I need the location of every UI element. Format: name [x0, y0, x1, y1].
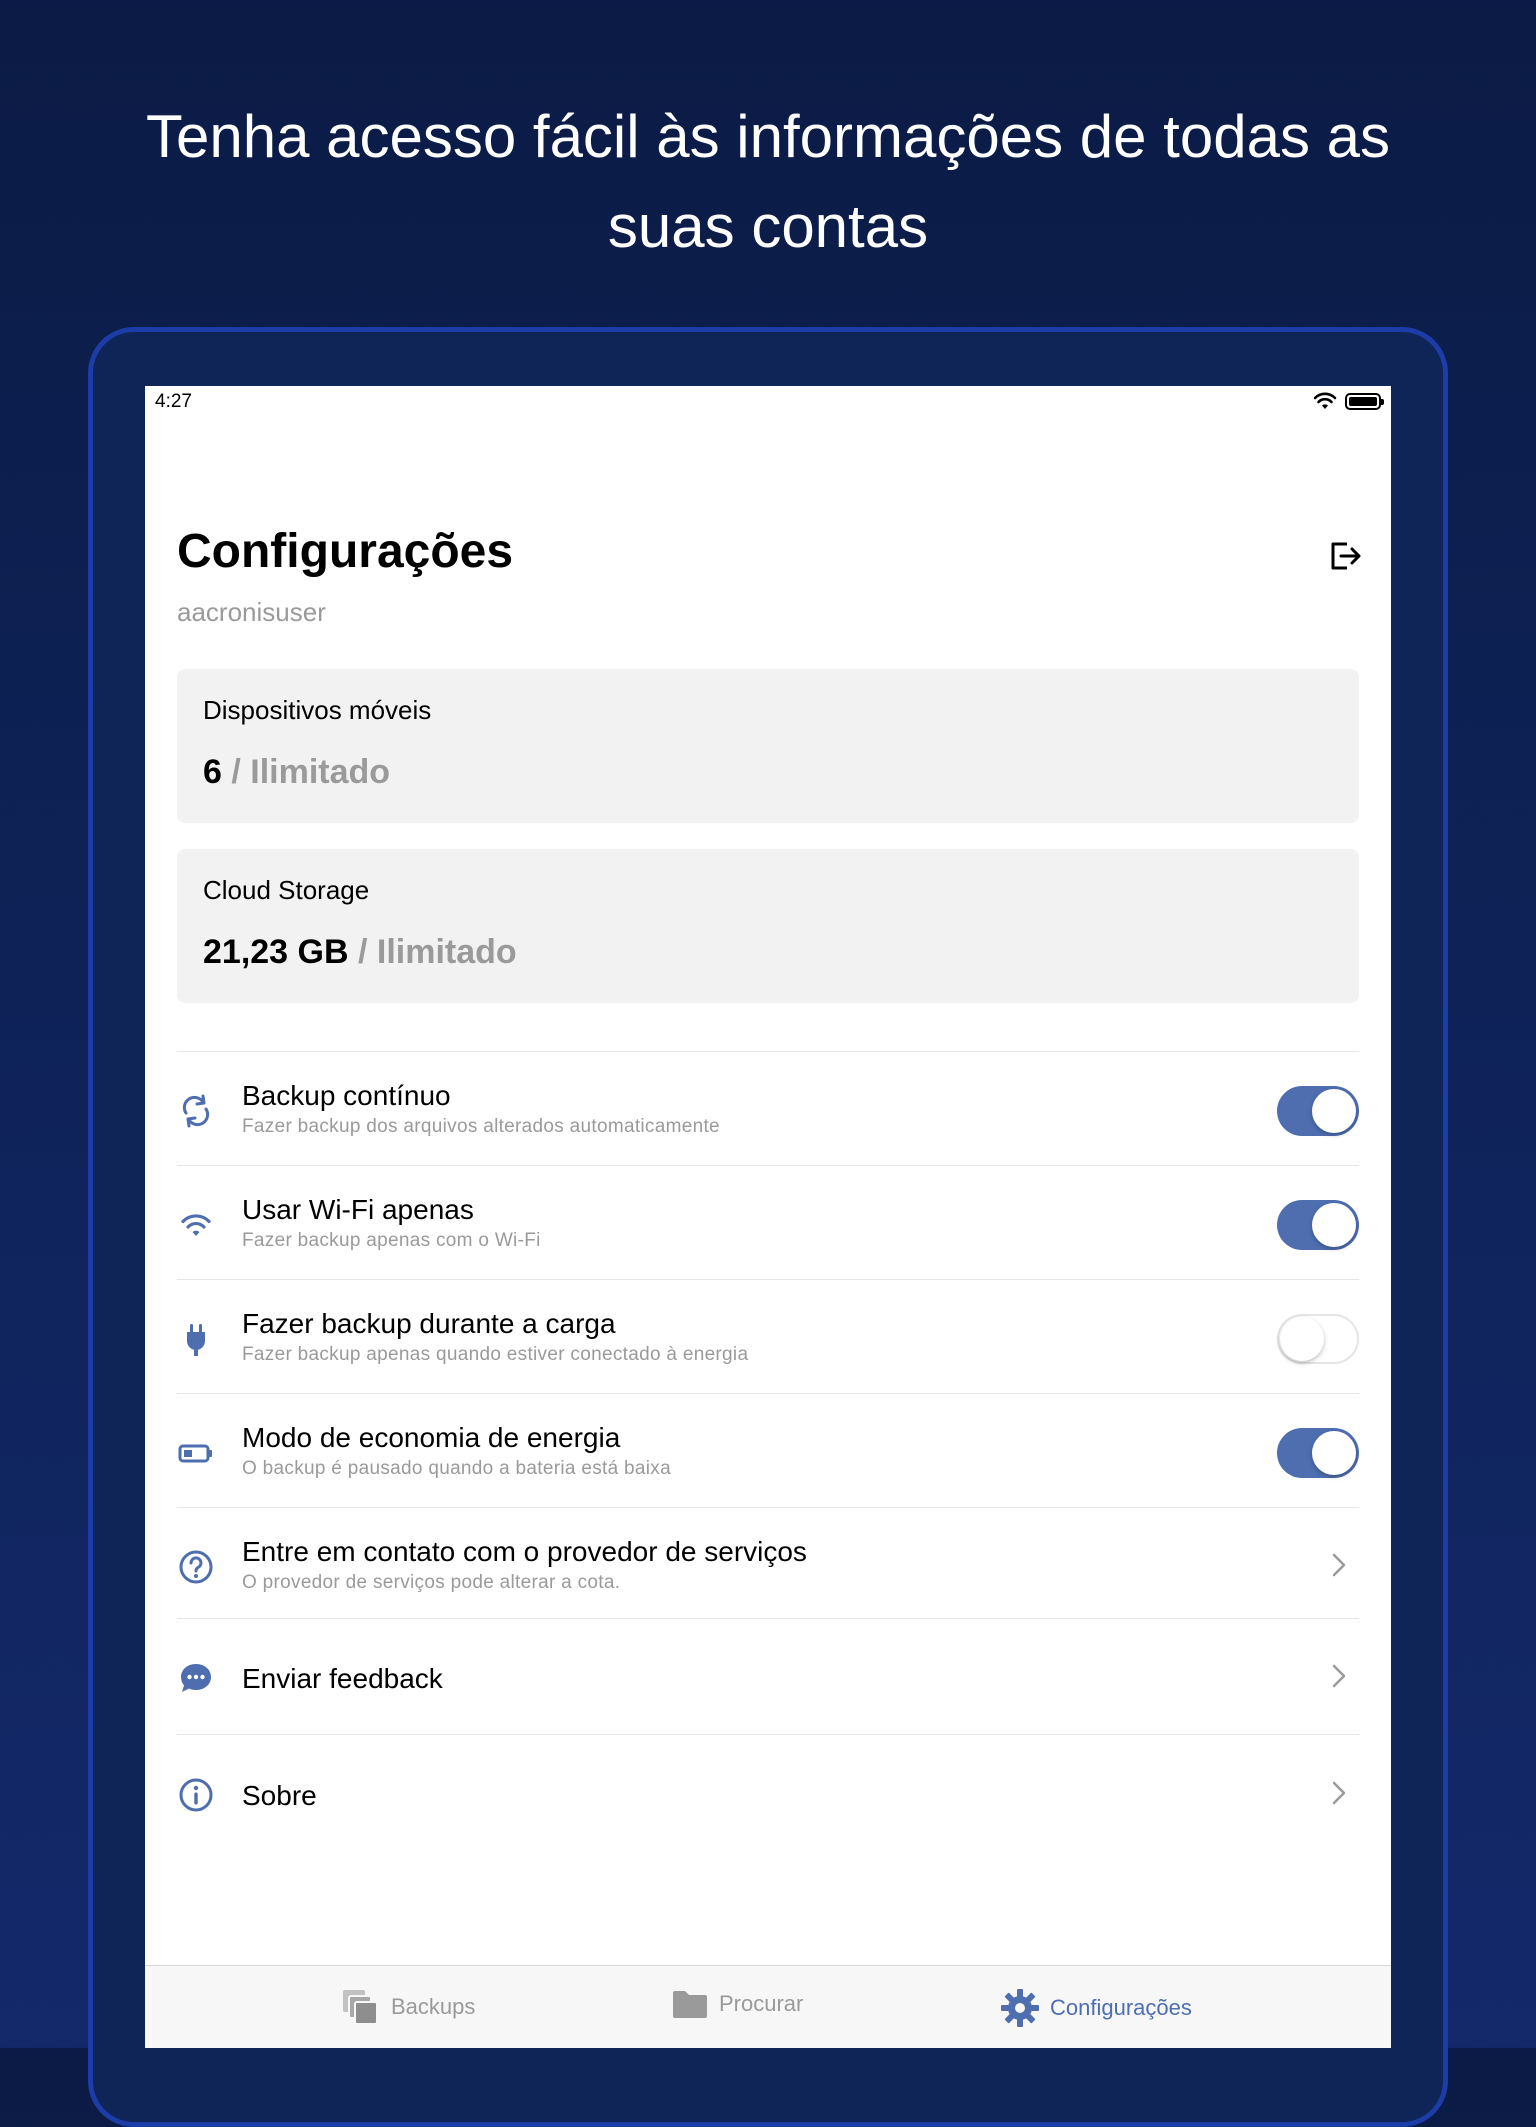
- folder-icon: [673, 1991, 707, 2018]
- power-saving-toggle[interactable]: [1277, 1428, 1359, 1478]
- tab-label: Procurar: [719, 1991, 804, 2016]
- toggle-knob: [1280, 1317, 1324, 1361]
- card-value: 6 / Ilimitado: [203, 753, 390, 792]
- chevron-right-icon: [1332, 1553, 1346, 1577]
- setting-label: Entre em contato com o provedor de servi…: [242, 1536, 807, 1567]
- wifi-status-icon: [1313, 392, 1337, 409]
- setting-label: Fazer backup durante a carga: [242, 1308, 616, 1339]
- battery-low-icon: [178, 1444, 212, 1463]
- headline-line-2: suas contas: [607, 193, 929, 260]
- quota-used: 21,23 GB: [203, 933, 349, 971]
- cloud-storage-card: Cloud Storage 21,23 GB / Ilimitado: [177, 849, 1359, 1003]
- status-icons: [1313, 392, 1384, 410]
- chevron-right-icon: [1332, 1781, 1346, 1805]
- setting-description: Fazer backup apenas com o Wi-Fi: [242, 1230, 541, 1251]
- battery-status-icon: [1345, 392, 1384, 410]
- setting-description: Fazer backup apenas quando estiver conec…: [242, 1344, 749, 1365]
- card-label: Dispositivos móveis: [203, 695, 432, 725]
- setting-label: Modo de economia de energia: [242, 1422, 621, 1453]
- promo-headline: Tenha acesso fácil às informações de tod…: [0, 92, 1536, 272]
- quota-limit: / Ilimitado: [357, 933, 517, 971]
- tab-label: Backups: [391, 1994, 476, 2019]
- setting-label: Usar Wi-Fi apenas: [242, 1194, 474, 1225]
- tab-bar: Backups Procurar Configurações: [145, 1965, 1391, 2048]
- setting-label: Backup contínuo: [242, 1080, 451, 1111]
- setting-contact-provider[interactable]: Entre em contato com o provedor de servi…: [177, 1508, 1359, 1621]
- tab-browse[interactable]: Procurar: [671, 1988, 803, 2020]
- wifi-icon: [181, 1214, 211, 1236]
- tab-label: Configurações: [1050, 1995, 1192, 2020]
- toggle-knob: [1312, 1089, 1356, 1133]
- app-screen: 4:27 Configurações aacronisuser Disposit…: [145, 386, 1391, 2048]
- setting-description: Fazer backup dos arquivos alterados auto…: [242, 1116, 720, 1137]
- quota-used: 6: [203, 753, 222, 791]
- status-time: 4:27: [155, 391, 192, 412]
- tab-backups[interactable]: Backups: [341, 1988, 475, 2026]
- tab-settings[interactable]: Configurações: [1000, 1988, 1192, 2028]
- card-value: 21,23 GB / Ilimitado: [203, 933, 517, 972]
- chevron-right-icon: [1332, 1664, 1346, 1688]
- headline-line-1: Tenha acesso fácil às informações de tod…: [145, 103, 1391, 170]
- card-label: Cloud Storage: [203, 875, 370, 905]
- plug-icon: [187, 1324, 205, 1356]
- setting-send-feedback[interactable]: Enviar feedback: [177, 1619, 1359, 1732]
- mobile-devices-card: Dispositivos móveis 6 / Ilimitado: [177, 669, 1359, 823]
- toggle-knob: [1312, 1431, 1356, 1475]
- backup-while-charging-toggle[interactable]: [1277, 1314, 1359, 1364]
- status-bar: 4:27: [145, 386, 1391, 420]
- setting-backup-while-charging[interactable]: Fazer backup durante a carga Fazer backu…: [177, 1280, 1359, 1393]
- setting-power-saving[interactable]: Modo de economia de energia O backup é p…: [177, 1394, 1359, 1507]
- sync-icon: [182, 1094, 210, 1128]
- feedback-icon: [181, 1664, 211, 1692]
- wifi-only-toggle[interactable]: [1277, 1200, 1359, 1250]
- quota-limit: / Ilimitado: [231, 753, 391, 791]
- setting-label: Enviar feedback: [242, 1663, 443, 1694]
- page-title: Configurações: [177, 525, 514, 578]
- setting-description: O backup é pausado quando a bateria está…: [242, 1458, 671, 1479]
- account-username: aacronisuser: [177, 597, 326, 627]
- setting-label: Sobre: [242, 1780, 317, 1811]
- setting-about[interactable]: Sobre: [177, 1736, 1359, 1849]
- gear-icon: [1001, 1989, 1039, 2027]
- setting-description: O provedor de serviços pode alterar a co…: [242, 1572, 621, 1593]
- continuous-backup-toggle[interactable]: [1277, 1086, 1359, 1136]
- backups-icon: [343, 1990, 378, 2025]
- setting-continuous-backup[interactable]: Backup contínuo Fazer backup dos arquivo…: [177, 1052, 1359, 1165]
- toggle-knob: [1312, 1203, 1356, 1247]
- divider: [177, 1734, 1359, 1735]
- setting-wifi-only[interactable]: Usar Wi-Fi apenas Fazer backup apenas co…: [177, 1166, 1359, 1279]
- help-circle-icon: [179, 1550, 213, 1584]
- info-icon: [179, 1778, 213, 1812]
- logout-icon[interactable]: [1327, 538, 1363, 574]
